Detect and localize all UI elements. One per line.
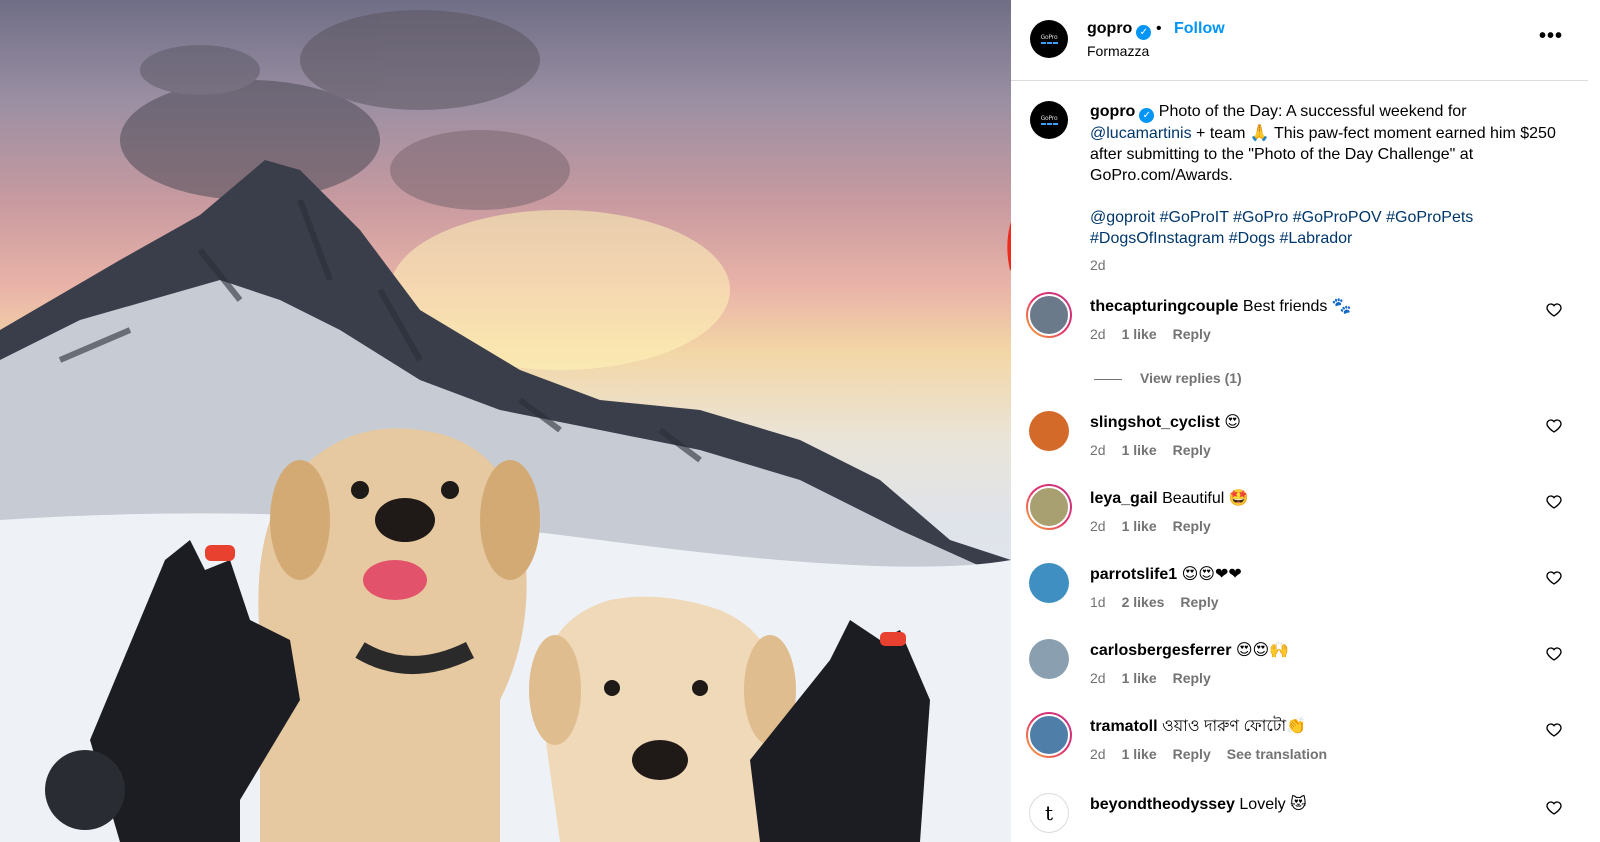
caption-mention-2[interactable]: @goproit <box>1090 209 1155 226</box>
comment-text: 😍😍❤❤ <box>1181 566 1242 583</box>
post-header: GoPro gopro ✓ • Follow Formazza ••• <box>1011 0 1600 81</box>
reply-button[interactable]: Reply <box>1180 594 1218 610</box>
commenter-avatar[interactable] <box>1029 411 1069 451</box>
comment-item: carlosbergesferrer 😍😍🙌 2d 1 like Reply <box>1011 636 1600 706</box>
comment-username[interactable]: leya_gail <box>1090 490 1158 507</box>
comment-item: t beyondtheodyssey Lovely 😻 <box>1011 790 1600 842</box>
location-link[interactable]: Formazza <box>1087 43 1149 59</box>
gopro-avatar[interactable]: GoPro <box>1030 20 1068 58</box>
comment-time[interactable]: 2d <box>1090 746 1106 762</box>
follow-button[interactable]: Follow <box>1174 20 1225 38</box>
commenter-avatar[interactable] <box>1026 292 1072 338</box>
gopro-logo-icon: GoPro <box>1037 34 1061 44</box>
caption-mention[interactable]: @lucamartinis <box>1090 125 1192 142</box>
hashtag[interactable]: #GoProPOV <box>1293 209 1382 226</box>
comment-text: ওয়াও দারুণ ফোটো👏 <box>1162 718 1307 735</box>
caption-timestamp[interactable]: 2d <box>1090 257 1106 273</box>
comment-username[interactable]: tramatoll <box>1090 718 1158 735</box>
heart-outline-icon[interactable] <box>1546 646 1562 662</box>
caption-avatar[interactable]: GoPro <box>1030 101 1068 139</box>
dog-golden-retriever-1 <box>258 428 540 842</box>
gopro-logo-icon: GoPro <box>1037 115 1061 125</box>
commenter-avatar[interactable] <box>1029 639 1069 679</box>
hashtag[interactable]: #DogsOfInstagram <box>1090 230 1224 247</box>
commenter-avatar[interactable]: t <box>1029 793 1069 833</box>
comment-text: Beautiful 🤩 <box>1162 490 1249 507</box>
verified-badge-icon: ✓ <box>1139 108 1155 123</box>
heart-outline-icon[interactable] <box>1546 722 1562 738</box>
comment-username[interactable]: carlosbergesferrer <box>1090 642 1231 659</box>
comment-username[interactable]: thecapturingcouple <box>1090 298 1238 315</box>
comment-likes[interactable]: 1 like <box>1122 442 1157 458</box>
reply-button[interactable]: Reply <box>1173 326 1211 342</box>
hashtag[interactable]: #GoProIT <box>1160 209 1229 226</box>
post-photo[interactable] <box>0 0 1011 842</box>
scrollbar-gutter <box>1588 0 1600 842</box>
commenter-avatar[interactable] <box>1026 484 1072 530</box>
comment-time[interactable]: 2d <box>1090 442 1106 458</box>
photo-illustration <box>0 10 1011 842</box>
comment-item: slingshot_cyclist 😍 2d 1 like Reply <box>1011 408 1600 478</box>
post-caption: gopro ✓ Photo of the Day: A successful we… <box>1090 101 1560 249</box>
reply-button[interactable]: Reply <box>1173 442 1211 458</box>
heart-outline-icon[interactable] <box>1546 418 1562 434</box>
comment-text: 😍 <box>1224 414 1241 431</box>
comment-likes[interactable]: 2 likes <box>1122 594 1165 610</box>
comment-item: thecapturingcouple Best friends 🐾 2d 1 li… <box>1011 292 1600 362</box>
hashtag[interactable]: #GoProPets <box>1386 209 1473 226</box>
header-username[interactable]: gopro ✓ <box>1087 20 1152 40</box>
comment-item: parrotslife1 😍😍❤❤ 1d 2 likes Reply <box>1011 560 1600 630</box>
commenter-avatar[interactable] <box>1029 563 1069 603</box>
comment-time[interactable]: 1d <box>1090 594 1106 610</box>
hashtag[interactable]: #Labrador <box>1279 230 1352 247</box>
reply-button[interactable]: Reply <box>1173 670 1211 686</box>
glove-right-accent <box>880 632 906 646</box>
heart-outline-icon[interactable] <box>1546 494 1562 510</box>
clouds <box>120 10 570 210</box>
comment-username[interactable]: beyondtheodyssey <box>1090 796 1235 813</box>
verified-badge-icon: ✓ <box>1136 25 1152 40</box>
comment-time[interactable]: 2d <box>1090 326 1106 342</box>
caption-text-1: Photo of the Day: A successful weekend f… <box>1158 103 1467 120</box>
comment-likes[interactable]: 1 like <box>1122 326 1157 342</box>
heart-outline-icon[interactable] <box>1546 570 1562 586</box>
glove-left-accent <box>205 545 235 561</box>
caption-username[interactable]: gopro <box>1090 103 1135 120</box>
comment-time[interactable]: 2d <box>1090 518 1106 534</box>
hashtag[interactable]: #Dogs <box>1229 230 1275 247</box>
reply-button[interactable]: Reply <box>1173 746 1211 762</box>
heart-outline-icon[interactable] <box>1546 302 1562 318</box>
see-translation-button[interactable]: See translation <box>1227 746 1327 762</box>
replies-line <box>1094 378 1122 380</box>
more-options-icon[interactable]: ••• <box>1539 26 1563 46</box>
commenter-avatar[interactable] <box>1026 712 1072 758</box>
comment-item: tramatoll ওয়াও দারুণ ফোটো👏 2d 1 like Repl… <box>1011 712 1600 782</box>
reply-button[interactable]: Reply <box>1173 518 1211 534</box>
comment-likes[interactable]: 1 like <box>1122 746 1157 762</box>
comment-text: Best friends 🐾 <box>1242 298 1352 315</box>
heart-outline-icon[interactable] <box>1546 800 1562 816</box>
post-side-panel: GoPro gopro ✓ • Follow Formazza ••• GoPro… <box>1011 0 1600 842</box>
comment-username[interactable]: parrotslife1 <box>1090 566 1177 583</box>
comment-text: Lovely 😻 <box>1239 796 1307 813</box>
comment-item: leya_gail Beautiful 🤩 2d 1 like Reply <box>1011 484 1600 554</box>
comment-text: 😍😍🙌 <box>1235 642 1290 659</box>
comment-likes[interactable]: 1 like <box>1122 670 1157 686</box>
comment-likes[interactable]: 1 like <box>1122 518 1157 534</box>
comment-time[interactable]: 2d <box>1090 670 1106 686</box>
view-replies-button[interactable]: View replies (1) <box>1094 370 1242 386</box>
comment-username[interactable]: slingshot_cyclist <box>1090 414 1220 431</box>
header-separator: • <box>1156 20 1162 37</box>
hashtag[interactable]: #GoPro <box>1233 209 1288 226</box>
